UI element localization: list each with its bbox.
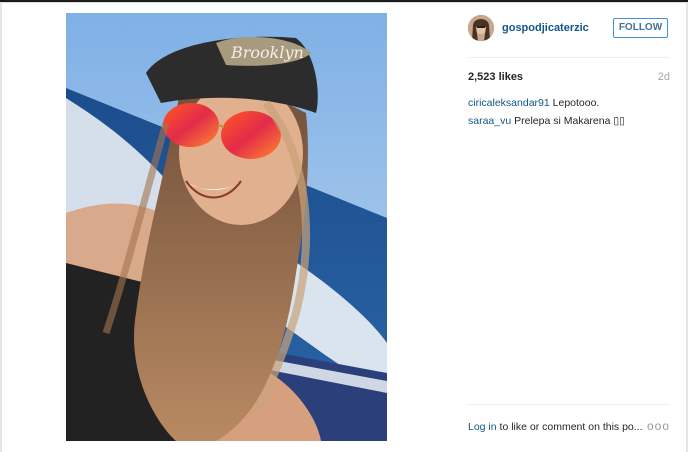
comment-text: Prelepa si Makarena ▯▯ xyxy=(514,115,625,127)
comment-author[interactable]: ciricaleksandar91 xyxy=(468,97,550,109)
avatar-image xyxy=(468,15,494,41)
footer-divider xyxy=(468,404,670,405)
cap-text: Brooklyn xyxy=(230,43,304,62)
comment-text: Lepotooo. xyxy=(552,97,600,109)
post-photo[interactable]: Brooklyn xyxy=(66,13,387,441)
photo-image: Brooklyn xyxy=(66,13,387,441)
post-age[interactable]: 2d xyxy=(658,71,670,83)
comment-item: saraa_vu Prelepa si Makarena ▯▯ xyxy=(468,115,625,127)
avatar[interactable] xyxy=(468,15,494,41)
more-options-icon[interactable]: ooo xyxy=(647,419,670,433)
follow-button[interactable]: FOLLOW xyxy=(613,18,668,38)
post-sidebar: gospodjicaterzic FOLLOW 2,523 likes 2d c… xyxy=(468,13,670,441)
likes-count[interactable]: 2,523 likes xyxy=(468,71,523,83)
comment-author[interactable]: saraa_vu xyxy=(468,115,511,127)
post-header: gospodjicaterzic FOLLOW xyxy=(468,13,670,45)
login-prompt-text: to like or comment on this po... xyxy=(496,421,643,433)
post-username[interactable]: gospodjicaterzic xyxy=(502,22,589,34)
header-divider xyxy=(468,57,670,58)
comment-item: ciricaleksandar91 Lepotooo. xyxy=(468,97,599,109)
login-prompt: Log in to like or comment on this po... xyxy=(468,421,643,433)
login-link[interactable]: Log in xyxy=(468,421,497,433)
